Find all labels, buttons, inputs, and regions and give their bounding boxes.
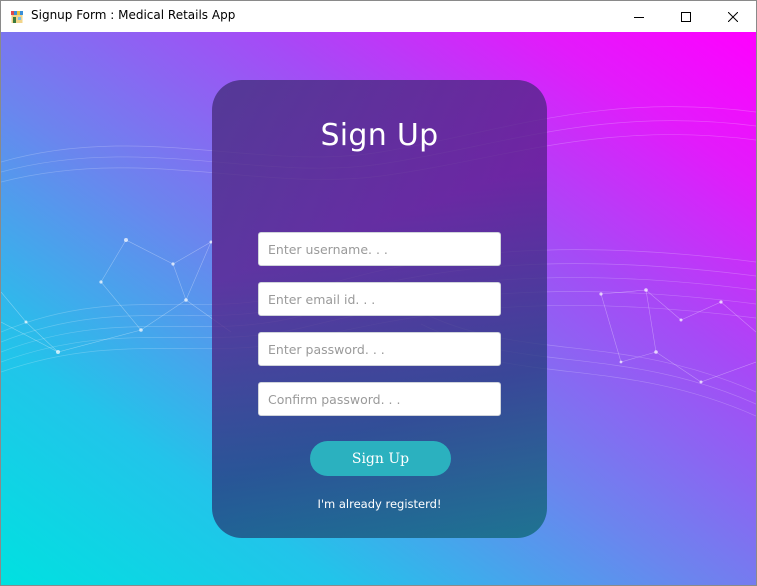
password-input[interactable]	[258, 332, 501, 366]
store-icon	[10, 9, 24, 23]
minimize-icon	[634, 16, 644, 18]
close-button[interactable]	[710, 1, 756, 32]
title-bar[interactable]: Signup Form : Medical Retails App	[1, 1, 756, 32]
window-title: Signup Form : Medical Retails App	[31, 8, 236, 22]
maximize-icon	[681, 11, 691, 22]
signup-button[interactable]: Sign Up	[310, 441, 451, 476]
form-background: Sign Up Sign Up I'm already registerd!	[1, 32, 756, 585]
minimize-button[interactable]	[616, 1, 662, 32]
maximize-button[interactable]	[663, 1, 709, 32]
confirm-password-input[interactable]	[258, 382, 501, 416]
app-window: Signup Form : Medical Retails App Sign U…	[0, 0, 757, 586]
username-input[interactable]	[258, 232, 501, 266]
email-input[interactable]	[258, 282, 501, 316]
signup-card: Sign Up Sign Up I'm already registerd!	[212, 80, 547, 538]
already-registered-link[interactable]: I'm already registerd!	[212, 497, 547, 511]
signup-heading: Sign Up	[320, 118, 439, 153]
close-icon	[728, 11, 738, 22]
